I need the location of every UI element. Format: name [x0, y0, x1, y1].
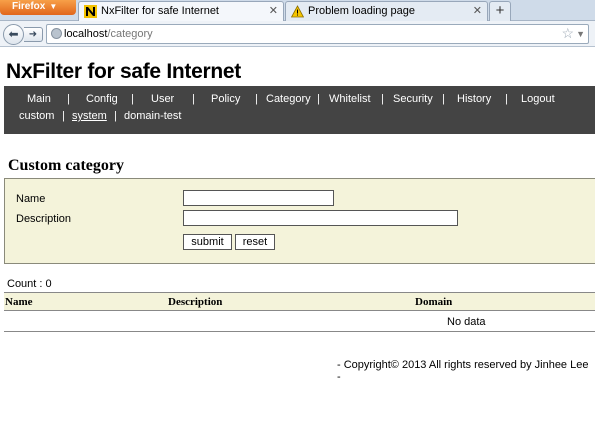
address-bar[interactable]: localhost/category ☆ ▼ — [46, 24, 589, 44]
reset-button[interactable]: reset — [235, 234, 275, 250]
menu-item-category[interactable]: Category — [266, 93, 311, 105]
menu-item-whitelist[interactable]: Whitelist — [329, 93, 371, 105]
new-tab-button[interactable]: + — [489, 1, 511, 21]
description-label: Description — [16, 213, 72, 225]
menu-item-main[interactable]: Main — [27, 93, 51, 105]
main-menu: Main | Config | User | Policy | Category… — [4, 86, 595, 134]
submenu-item-domain-test[interactable]: domain-test — [124, 110, 181, 122]
column-header-name: Name — [5, 296, 33, 308]
url-host: localhost — [64, 28, 108, 40]
back-arrow-icon[interactable]: ⬅ — [3, 24, 24, 45]
menu-separator: | — [381, 93, 384, 105]
tab-title: Problem loading page — [308, 5, 416, 17]
tab-title: NxFilter for safe Internet — [101, 5, 219, 17]
menu-item-config[interactable]: Config — [86, 93, 118, 105]
nxfilter-favicon-icon — [84, 5, 97, 18]
warning-icon — [291, 5, 304, 18]
menu-item-policy[interactable]: Policy — [211, 93, 240, 105]
menu-separator: | — [67, 93, 70, 105]
chevron-down-icon: ▼ — [49, 2, 58, 11]
menu-row-primary: Main | Config | User | Policy | Category… — [4, 93, 595, 107]
submenu-item-system[interactable]: system — [72, 110, 107, 122]
menu-separator: | — [505, 93, 508, 105]
close-icon[interactable]: ✕ — [473, 2, 482, 20]
url-path: /category — [107, 28, 153, 40]
browser-nav-bar: ➜ ⬅ localhost/category ☆ ▼ — [0, 21, 595, 47]
tab-problem-loading[interactable]: Problem loading page ✕ — [285, 1, 488, 21]
menu-item-logout[interactable]: Logout — [521, 93, 555, 105]
name-input[interactable] — [183, 190, 334, 206]
column-header-domain: Domain — [415, 296, 453, 308]
firefox-menu-button[interactable]: Firefox ▼ — [0, 0, 76, 15]
menu-separator: | — [255, 93, 258, 105]
column-header-description: Description — [168, 296, 223, 308]
menu-separator: | — [62, 110, 65, 122]
menu-item-user[interactable]: User — [151, 93, 174, 105]
firefox-menu-label: Firefox — [12, 1, 46, 12]
tab-nxfilter[interactable]: NxFilter for safe Internet ✕ — [78, 1, 284, 21]
site-title: NxFilter for safe Internet — [6, 60, 241, 83]
table-header: Name Description Domain — [4, 292, 595, 311]
menu-row-secondary: custom | system | domain-test — [4, 110, 595, 124]
menu-item-security[interactable]: Security — [393, 93, 433, 105]
name-label: Name — [16, 193, 46, 205]
empty-table-message: No data — [447, 316, 486, 328]
globe-icon — [51, 28, 62, 39]
copyright-footer: - Copyright© 2013 All rights reserved by… — [337, 359, 589, 383]
table-row: No data — [4, 311, 595, 332]
record-count: Count : 0 — [7, 278, 52, 290]
forward-arrow-icon[interactable]: ➜ — [24, 27, 43, 42]
chevron-down-icon[interactable]: ▼ — [576, 25, 585, 43]
bookmark-star-icon[interactable]: ☆ — [561, 24, 574, 42]
menu-separator: | — [114, 110, 117, 122]
menu-separator: | — [131, 93, 134, 105]
submit-button[interactable]: submit — [183, 234, 232, 250]
nav-buttons: ➜ ⬅ — [3, 24, 43, 45]
submenu-item-custom[interactable]: custom — [19, 110, 54, 122]
menu-item-history[interactable]: History — [457, 93, 491, 105]
custom-category-form: Name Description submit reset — [4, 178, 595, 264]
menu-separator: | — [442, 93, 445, 105]
browser-tab-bar: Firefox ▼ NxFilter for safe Internet ✕ Pr… — [0, 0, 595, 21]
description-input[interactable] — [183, 210, 458, 226]
close-icon[interactable]: ✕ — [269, 2, 278, 20]
page-title: Custom category — [8, 157, 124, 174]
menu-separator: | — [192, 93, 195, 105]
menu-separator: | — [317, 93, 320, 105]
